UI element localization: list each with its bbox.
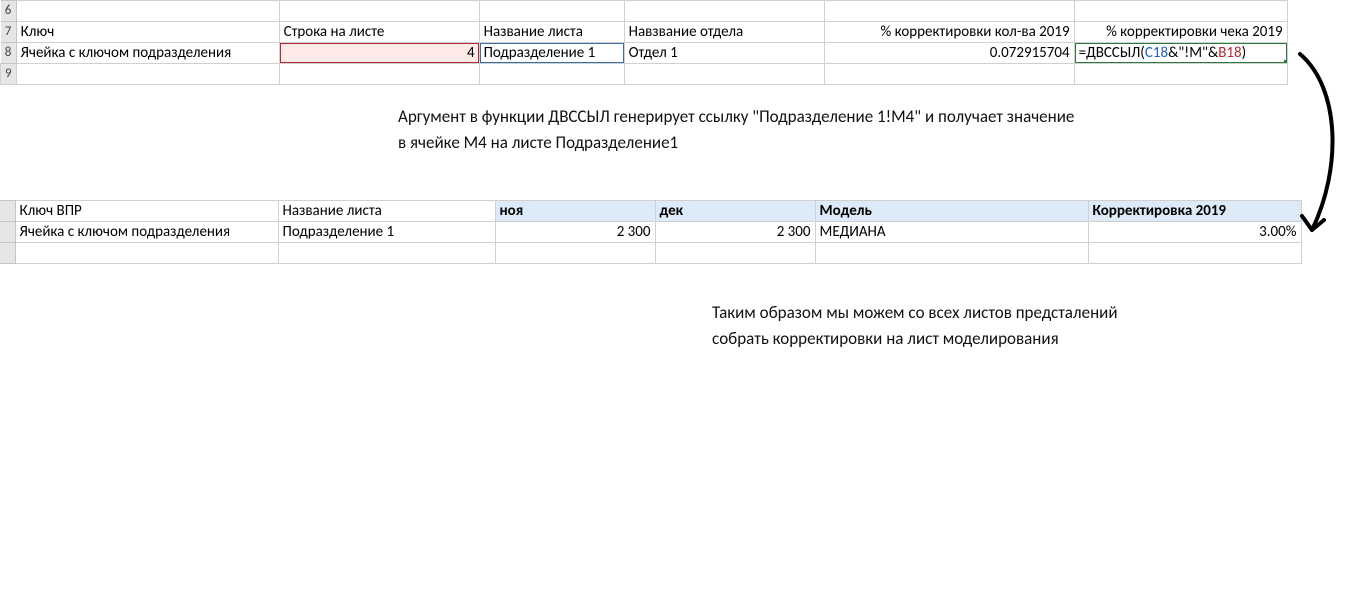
fill-handle[interactable] <box>1284 60 1288 64</box>
cell[interactable] <box>815 243 1088 264</box>
row-header-7[interactable]: 7 <box>1 22 17 43</box>
cell[interactable] <box>479 1 624 22</box>
cell-sheet-name[interactable]: Подразделение 1 <box>479 43 624 64</box>
header-sheet-name[interactable]: Название листа <box>278 201 495 222</box>
cell-formula-active[interactable]: =ДВССЫЛ(C18&"!M"&B18) <box>1074 43 1287 64</box>
cell-dec[interactable]: 2 300 <box>655 222 815 243</box>
header-dec[interactable]: дек <box>655 201 815 222</box>
cell[interactable] <box>16 64 279 85</box>
cell[interactable] <box>655 243 815 264</box>
annotation-text-2: Таким образом мы можем со всех листов пр… <box>712 300 1272 351</box>
annotation-text-1: Аргумент в функции ДВССЫЛ генерирует ссы… <box>398 104 1158 155</box>
cell[interactable] <box>495 243 655 264</box>
row-header-6[interactable]: 6 <box>1 1 17 22</box>
cell-dept-name[interactable]: Отдел 1 <box>624 43 824 64</box>
cell[interactable] <box>279 1 479 22</box>
cell[interactable] <box>1074 64 1287 85</box>
header-dept-name[interactable]: Навзвание отдела <box>624 22 824 43</box>
cell-model[interactable]: МЕДИАНА <box>815 222 1088 243</box>
cell[interactable] <box>824 1 1074 22</box>
cell-vpr-key[interactable]: Ячейка с ключом подразделения <box>15 222 278 243</box>
header-pct-qty[interactable]: % корректировки кол-ва 2019 <box>824 22 1074 43</box>
header-row-on-sheet[interactable]: Строка на листе <box>279 22 479 43</box>
cell-pct-qty[interactable]: 0.072915704 <box>824 43 1074 64</box>
cell-row-on-sheet[interactable]: 4 <box>279 43 479 64</box>
cell-correction[interactable]: 3.00% <box>1088 222 1301 243</box>
cell-key[interactable]: Ячейка с ключом подразделения <box>16 43 279 64</box>
cell[interactable] <box>1074 1 1287 22</box>
row-header-9[interactable]: 9 <box>1 64 17 85</box>
header-correction[interactable]: Корректировка 2019 <box>1088 201 1301 222</box>
header-sheet-name[interactable]: Название листа <box>479 22 624 43</box>
spreadsheet-table-2[interactable]: Ключ ВПР Название листа ноя дек Модель К… <box>0 200 1302 264</box>
cell-sheet-name[interactable]: Подразделение 1 <box>278 222 495 243</box>
row-header[interactable] <box>0 222 15 243</box>
cell[interactable] <box>824 64 1074 85</box>
row-header[interactable] <box>0 201 15 222</box>
cell[interactable] <box>279 64 479 85</box>
formula-text: =ДВССЫЛ(C18&"!M"&B18) <box>1079 44 1247 62</box>
cell[interactable] <box>624 1 824 22</box>
cell[interactable] <box>1088 243 1301 264</box>
spreadsheet-table-1[interactable]: 6 7 Ключ Строка на листе Название листа … <box>0 0 1288 85</box>
header-model[interactable]: Модель <box>815 201 1088 222</box>
cell[interactable] <box>15 243 278 264</box>
cell[interactable] <box>278 243 495 264</box>
header-nov[interactable]: ноя <box>495 201 655 222</box>
row-header[interactable] <box>0 243 15 264</box>
header-key[interactable]: Ключ <box>16 22 279 43</box>
cell[interactable] <box>624 64 824 85</box>
header-vpr-key[interactable]: Ключ ВПР <box>15 201 278 222</box>
cell[interactable] <box>16 1 279 22</box>
cell[interactable] <box>479 64 624 85</box>
row-header-8[interactable]: 8 <box>1 43 17 64</box>
cell-nov[interactable]: 2 300 <box>495 222 655 243</box>
header-pct-check[interactable]: % корректировки чека 2019 <box>1074 22 1287 43</box>
